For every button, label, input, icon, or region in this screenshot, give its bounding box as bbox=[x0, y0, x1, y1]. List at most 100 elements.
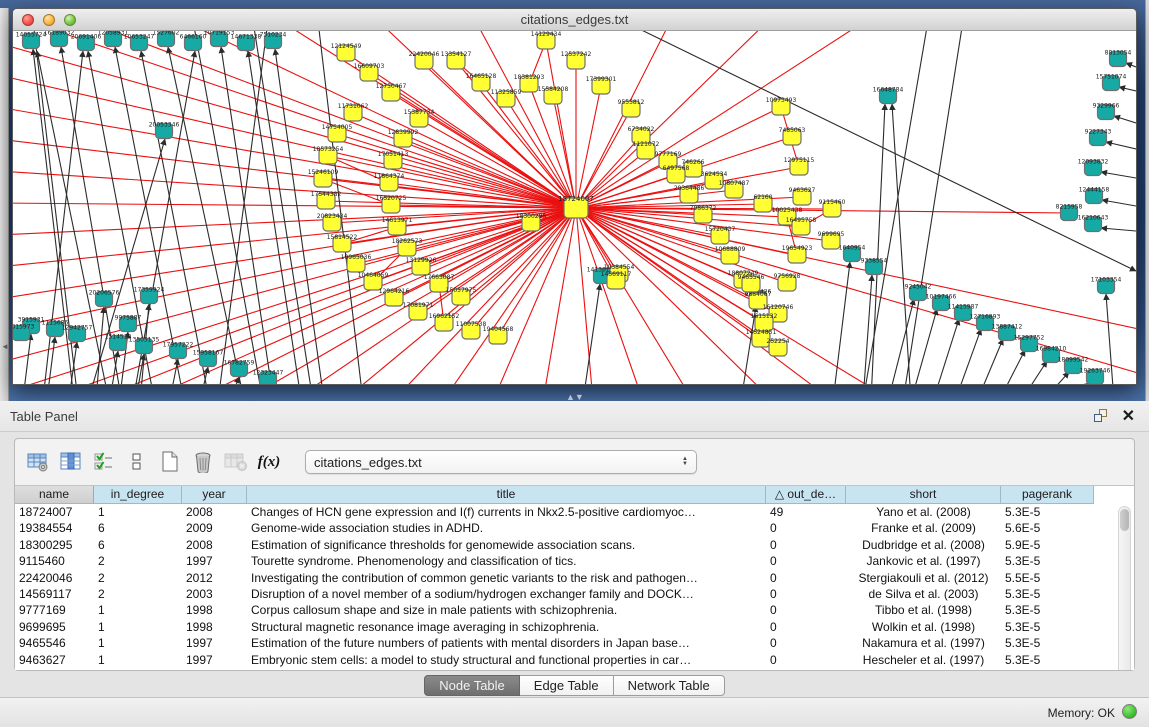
table-cell: 1998 bbox=[182, 619, 247, 635]
network-node-label: 16962152 bbox=[429, 313, 460, 320]
network-node-label: 19654923 bbox=[782, 245, 813, 252]
table-selector-dropdown[interactable]: citations_edges.txt ▲▼ bbox=[305, 450, 697, 474]
table-cell: 1 bbox=[94, 635, 182, 651]
tab-network-table[interactable]: Network Table bbox=[614, 675, 725, 696]
delete-rows-trash-icon[interactable] bbox=[190, 449, 216, 475]
network-node-label: 15246109 bbox=[308, 169, 339, 176]
network-node-label: 9227343 bbox=[1085, 129, 1112, 136]
table-cell: 6 bbox=[94, 520, 182, 536]
window-titlebar[interactable]: citations_edges.txt bbox=[13, 9, 1136, 31]
network-canvas[interactable]: 1405572416189032206914061205893110653247… bbox=[13, 31, 1136, 384]
table-cell: 2012 bbox=[182, 570, 247, 586]
network-node-label: 10025438 bbox=[772, 207, 803, 214]
table-cell: Tibbo et al. (1998) bbox=[846, 602, 1001, 618]
table-settings-icon[interactable] bbox=[25, 449, 51, 475]
network-node-label: 9338554 bbox=[861, 258, 888, 265]
tab-node-table[interactable]: Node Table bbox=[424, 675, 520, 696]
network-edge bbox=[583, 284, 600, 384]
table-cell: 1998 bbox=[182, 602, 247, 618]
tab-edge-table[interactable]: Edge Table bbox=[520, 675, 614, 696]
table-cell: 9777169 bbox=[15, 602, 94, 618]
table-vertical-scrollbar[interactable] bbox=[1118, 506, 1131, 670]
network-node-label: 13887412 bbox=[992, 324, 1023, 331]
row-checks-icon[interactable] bbox=[91, 449, 117, 475]
network-node-label: 6497568 bbox=[663, 165, 690, 172]
network-node-label: 16520725 bbox=[376, 195, 407, 202]
network-edge bbox=[253, 31, 313, 384]
network-node-label: 17957222 bbox=[163, 342, 194, 349]
network-edge bbox=[1106, 142, 1136, 149]
float-panel-icon[interactable] bbox=[1094, 409, 1109, 424]
table-cell: 0 bbox=[766, 652, 846, 668]
table-row[interactable]: 969969511998Structural magnetic resonanc… bbox=[15, 619, 1134, 635]
memory-ok-indicator-icon[interactable] bbox=[1122, 704, 1137, 719]
table-cell: Structural magnetic resonance image aver… bbox=[247, 619, 766, 635]
right-panel-strip bbox=[1145, 0, 1149, 401]
column-header-year[interactable]: year bbox=[182, 486, 247, 504]
network-node-label: 14055724 bbox=[16, 32, 47, 39]
network-edge bbox=[977, 339, 1003, 384]
table-row[interactable]: 1872400712008Changes of HCN gene express… bbox=[15, 504, 1134, 520]
network-edge bbox=[888, 299, 914, 384]
table-cell: 5.3E-5 bbox=[1001, 586, 1094, 602]
network-node-label: 12124549 bbox=[331, 43, 362, 50]
table-row[interactable]: 1938455462009Genome-wide association stu… bbox=[15, 520, 1134, 536]
column-header-out_de[interactable]: △ out_de… bbox=[766, 486, 846, 504]
table-row[interactable]: 1830029562008Estimation of significance … bbox=[15, 537, 1134, 553]
table-cell: Estimation of the future numbers of pati… bbox=[247, 635, 766, 651]
network-edge bbox=[1021, 361, 1047, 384]
split-divider-handle[interactable]: ▲▼ bbox=[566, 394, 580, 401]
network-edge bbox=[863, 31, 928, 384]
select-columns-icon[interactable] bbox=[58, 449, 84, 475]
network-node-label: 10807487 bbox=[719, 180, 750, 187]
network-edge bbox=[421, 208, 576, 267]
panel-resize-grip-icon[interactable]: ◄ bbox=[1, 342, 8, 351]
table-cell: 5.3E-5 bbox=[1001, 602, 1094, 618]
table-cell: 1 bbox=[94, 652, 182, 668]
network-edge bbox=[337, 134, 576, 208]
network-node-label: 15387734 bbox=[404, 109, 435, 116]
table-cell: 5.3E-5 bbox=[1001, 652, 1094, 668]
dropdown-arrows-icon: ▲▼ bbox=[682, 457, 688, 467]
table-cell: 6 bbox=[94, 537, 182, 553]
column-header-pagerank[interactable]: pagerank bbox=[1001, 486, 1094, 504]
table-row[interactable]: 1456911722003Disruption of a novel membe… bbox=[15, 586, 1134, 602]
network-edge bbox=[1043, 372, 1069, 384]
close-panel-icon[interactable]: ✕ bbox=[1122, 406, 1135, 426]
table-row[interactable]: 911546021997Tourette syndrome. Phenomeno… bbox=[15, 553, 1134, 569]
network-node-label: 10197466 bbox=[926, 294, 957, 301]
network-node-label: 8215958 bbox=[1056, 204, 1083, 211]
column-header-name[interactable]: name bbox=[15, 486, 94, 504]
network-node-label: 9329966 bbox=[1093, 103, 1120, 110]
column-header-in_degree[interactable]: in_degree bbox=[94, 486, 182, 504]
scrollbar-thumb[interactable] bbox=[1120, 509, 1129, 531]
network-edge bbox=[999, 350, 1025, 384]
column-header-short[interactable]: short bbox=[846, 486, 1001, 504]
network-edge bbox=[911, 309, 937, 384]
network-edge bbox=[863, 275, 872, 384]
table-cell: de Silva et al. (2003) bbox=[846, 586, 1001, 602]
table-mode-icon[interactable] bbox=[124, 449, 150, 475]
network-node-label: 16648784 bbox=[873, 87, 904, 94]
table-cell: 1997 bbox=[182, 635, 247, 651]
network-graph[interactable]: 1405572416189032206914061205893110653247… bbox=[13, 31, 1136, 384]
network-edge bbox=[576, 208, 778, 314]
network-node-label: 9245042 bbox=[905, 284, 932, 291]
network-node-label: 18099542 bbox=[1058, 357, 1089, 364]
column-header-title[interactable]: title bbox=[247, 486, 766, 504]
table-row[interactable]: 977716911998Corpus callosum shape and si… bbox=[15, 602, 1134, 618]
network-edge bbox=[576, 208, 643, 384]
network-node-label: 12942757 bbox=[62, 325, 93, 332]
network-node-label: 18573254 bbox=[313, 146, 344, 153]
new-document-icon[interactable] bbox=[157, 449, 183, 475]
table-row[interactable]: 946362711997Embryonic stem cells: a mode… bbox=[15, 652, 1134, 668]
table-row[interactable]: 946554611997Estimation of the future num… bbox=[15, 635, 1134, 651]
network-edge bbox=[1101, 172, 1136, 178]
table-panel-titlebar: Table Panel ✕ bbox=[0, 401, 1149, 432]
network-node-label: 15297752 bbox=[1014, 335, 1045, 342]
network-node-label: 7510234 bbox=[260, 32, 287, 39]
table-cell: Changes of HCN gene expression and I(f) … bbox=[247, 504, 766, 520]
function-builder-icon[interactable]: f(x) bbox=[256, 449, 282, 475]
table-row[interactable]: 2242004622012Investigating the contribut… bbox=[15, 570, 1134, 586]
network-node-label: 14613971 bbox=[382, 217, 413, 224]
